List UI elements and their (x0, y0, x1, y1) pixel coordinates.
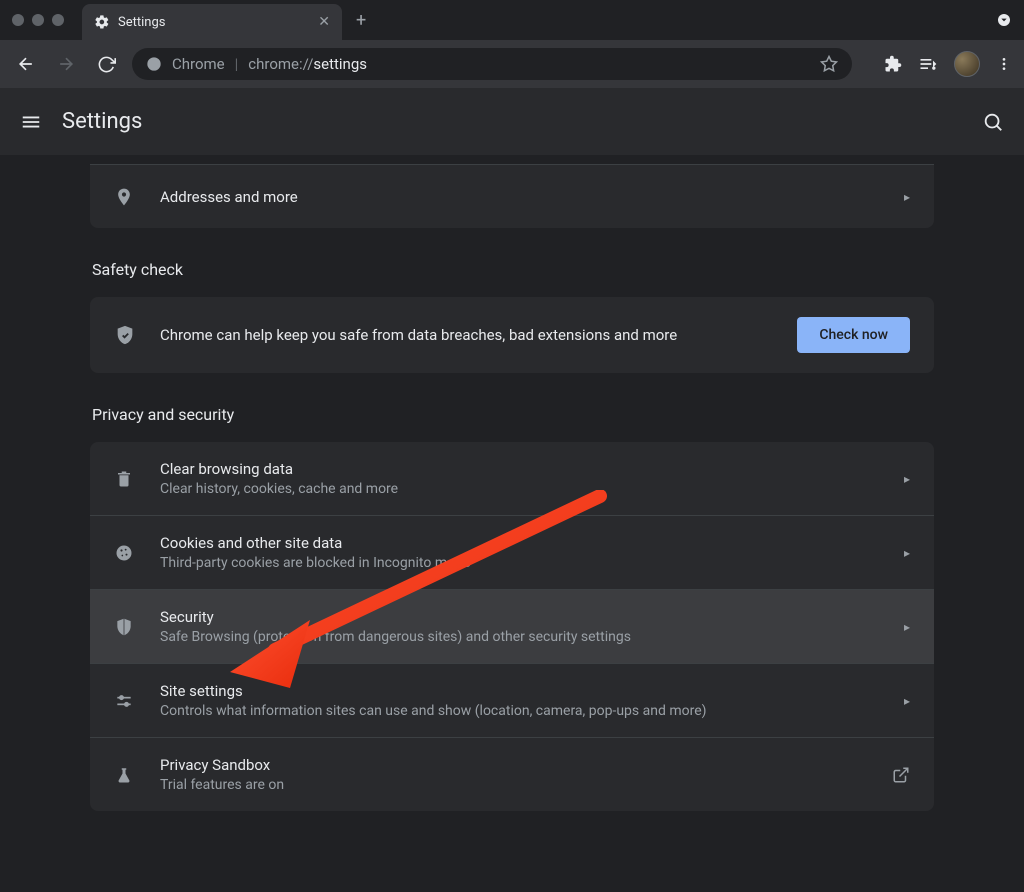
privacy-card: Clear browsing data Clear history, cooki… (90, 442, 934, 811)
close-tab-icon[interactable]: ✕ (318, 14, 330, 30)
shield-icon (112, 617, 136, 637)
row-title: Site settings (160, 682, 904, 700)
omnibox-prefix: Chrome (172, 55, 225, 73)
hamburger-menu-icon[interactable] (20, 111, 42, 133)
new-tab-button[interactable]: + (356, 10, 366, 31)
row-subtitle: Safe Browsing (protection from dangerous… (160, 629, 904, 645)
section-safety-check: Safety check (90, 260, 934, 279)
safety-check-row: Chrome can help keep you safe from data … (90, 297, 934, 373)
address-bar[interactable]: Chrome | chrome://settings (132, 48, 852, 80)
row-title: Cookies and other site data (160, 534, 904, 552)
back-button[interactable] (12, 50, 40, 78)
trash-icon (112, 469, 136, 489)
omnibox-divider: | (235, 55, 239, 73)
chevron-right-icon: ▸ (904, 472, 910, 486)
row-subtitle: Trial features are on (160, 777, 892, 793)
maximize-window[interactable] (52, 14, 64, 26)
section-privacy-security: Privacy and security (90, 405, 934, 424)
gear-icon (94, 14, 110, 30)
settings-content: Addresses and more ▸ Safety check Chrome… (0, 156, 1024, 831)
row-title: Security (160, 608, 904, 626)
close-window[interactable] (12, 14, 24, 26)
settings-header: Settings (0, 88, 1024, 156)
profile-avatar[interactable] (954, 51, 980, 77)
chevron-right-icon: ▸ (904, 694, 910, 708)
extensions-icon[interactable] (884, 55, 902, 73)
row-addresses[interactable]: Addresses and more ▸ (90, 164, 934, 228)
row-clear-browsing-data[interactable]: Clear browsing data Clear history, cooki… (90, 442, 934, 515)
external-link-icon (892, 766, 910, 784)
omnibox-url: chrome://settings (248, 55, 367, 73)
row-subtitle: Clear history, cookies, cache and more (160, 481, 904, 497)
check-now-button[interactable]: Check now (797, 317, 910, 353)
minimize-window[interactable] (32, 14, 44, 26)
dropdown-icon[interactable] (996, 12, 1012, 28)
autofill-card: Addresses and more ▸ (90, 164, 934, 228)
media-control-icon[interactable] (918, 54, 938, 74)
location-pin-icon (112, 187, 136, 207)
row-subtitle: Controls what information sites can use … (160, 703, 904, 719)
titlebar: Settings ✕ + (0, 0, 1024, 40)
site-info-icon[interactable] (146, 56, 162, 72)
bookmark-icon[interactable] (820, 55, 838, 73)
row-title: Privacy Sandbox (160, 756, 892, 774)
row-subtitle: Third-party cookies are blocked in Incog… (160, 555, 904, 571)
row-cookies[interactable]: Cookies and other site data Third-party … (90, 515, 934, 589)
window-controls (12, 14, 64, 26)
row-title: Addresses and more (160, 188, 904, 206)
forward-button[interactable] (52, 50, 80, 78)
menu-icon[interactable] (996, 56, 1012, 72)
sliders-icon (112, 691, 136, 711)
tab-title: Settings (118, 15, 310, 30)
flask-icon (112, 765, 136, 785)
row-title: Clear browsing data (160, 460, 904, 478)
search-settings-icon[interactable] (982, 111, 1004, 133)
reload-button[interactable] (92, 50, 120, 78)
row-privacy-sandbox[interactable]: Privacy Sandbox Trial features are on (90, 737, 934, 811)
row-site-settings[interactable]: Site settings Controls what information … (90, 663, 934, 737)
chevron-right-icon: ▸ (904, 546, 910, 560)
chevron-right-icon: ▸ (904, 190, 910, 204)
row-security[interactable]: Security Safe Browsing (protection from … (90, 589, 934, 663)
shield-check-icon (114, 324, 136, 346)
browser-toolbar: Chrome | chrome://settings (0, 40, 1024, 88)
safety-check-card: Chrome can help keep you safe from data … (90, 297, 934, 373)
browser-tab-settings[interactable]: Settings ✕ (82, 4, 342, 40)
chevron-right-icon: ▸ (904, 620, 910, 634)
settings-title: Settings (62, 109, 142, 134)
cookie-icon (112, 543, 136, 563)
safety-check-description: Chrome can help keep you safe from data … (160, 326, 773, 344)
